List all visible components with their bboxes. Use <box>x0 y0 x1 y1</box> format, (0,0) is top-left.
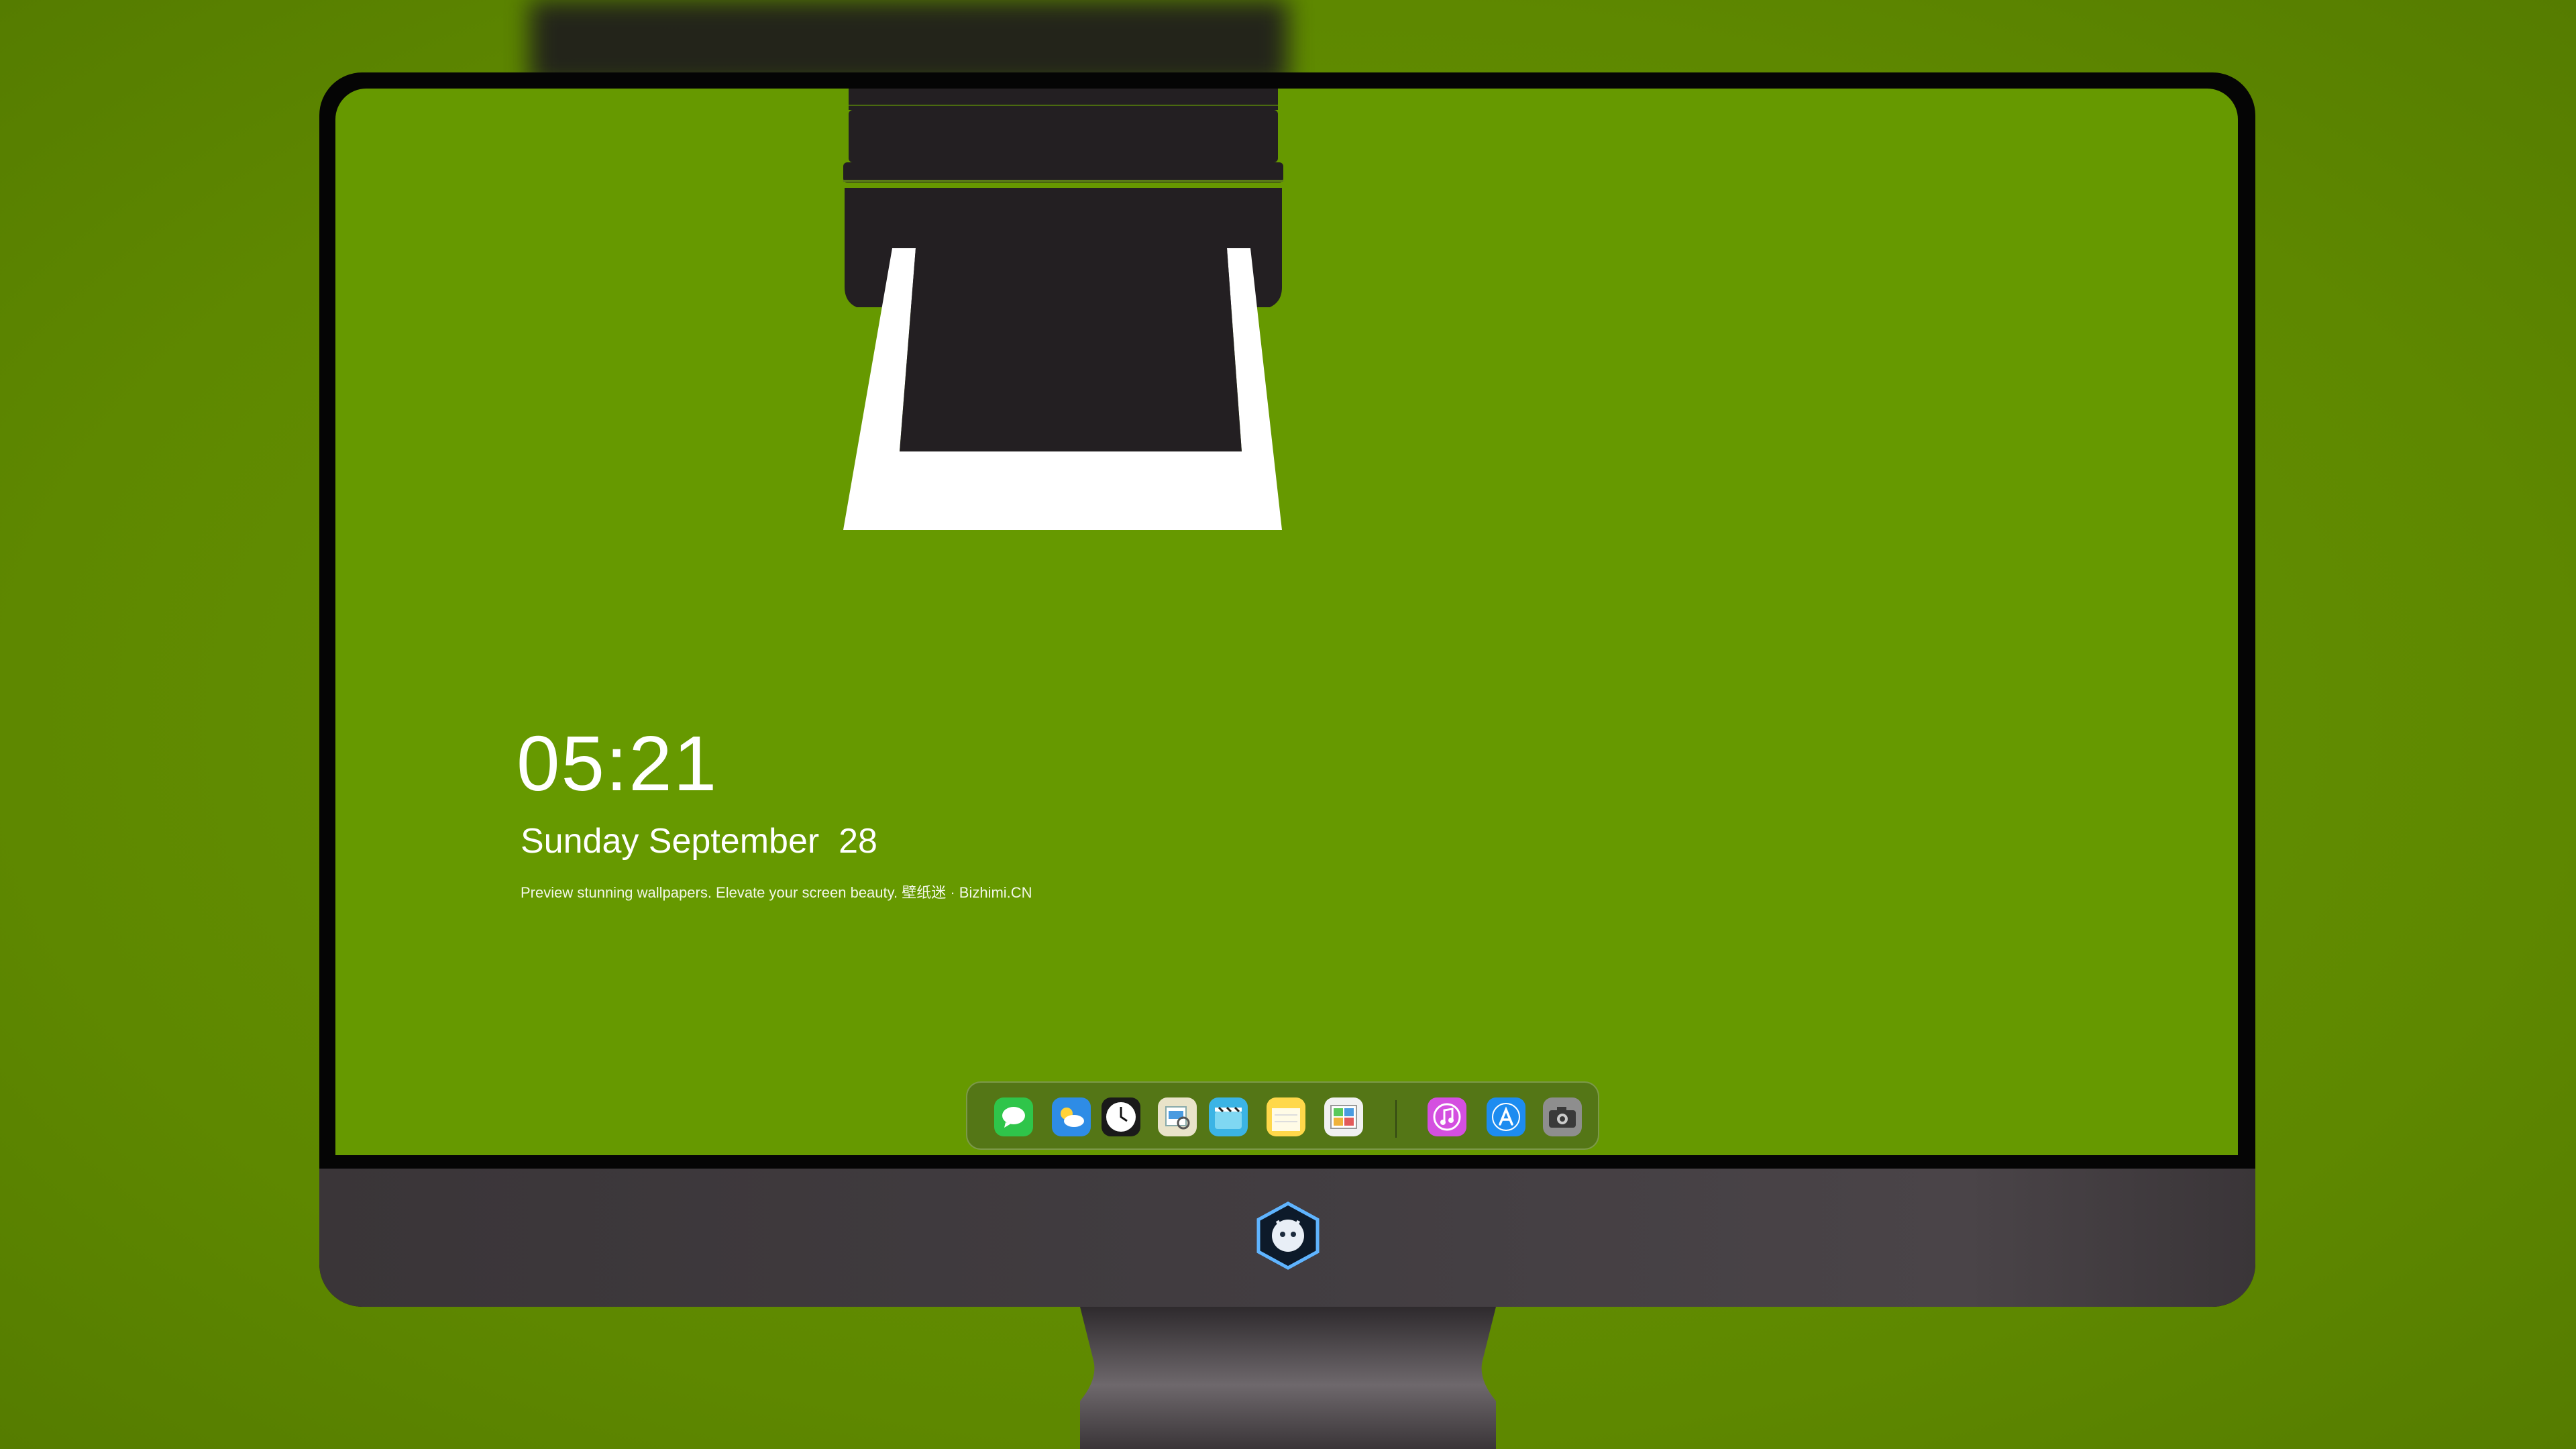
notes-icon[interactable] <box>1267 1097 1305 1136</box>
dock-separator <box>1395 1100 1397 1138</box>
monitor-stand <box>1080 1307 1496 1449</box>
printer-illustration <box>843 89 1283 530</box>
brand-logo-icon <box>1256 1201 1320 1270</box>
preview-icon[interactable] <box>1158 1097 1197 1136</box>
lock-screen-clock: 05:21 <box>517 720 718 807</box>
lock-screen-date: Sunday September 28 <box>521 822 877 861</box>
app-store-icon[interactable] <box>1487 1097 1525 1136</box>
clips-icon[interactable] <box>1209 1097 1248 1136</box>
clock-icon[interactable] <box>1102 1097 1140 1136</box>
photo-booth-icon[interactable] <box>1324 1097 1363 1136</box>
desktop-scene: 05:21 Sunday September 28 Preview stunni… <box>0 0 2576 1449</box>
itunes-icon[interactable] <box>1428 1097 1466 1136</box>
camera-icon[interactable] <box>1543 1097 1582 1136</box>
weather-icon[interactable] <box>1052 1097 1091 1136</box>
wallpaper-caption: Preview stunning wallpapers. Elevate you… <box>521 884 1032 901</box>
messages-icon[interactable] <box>994 1097 1033 1136</box>
